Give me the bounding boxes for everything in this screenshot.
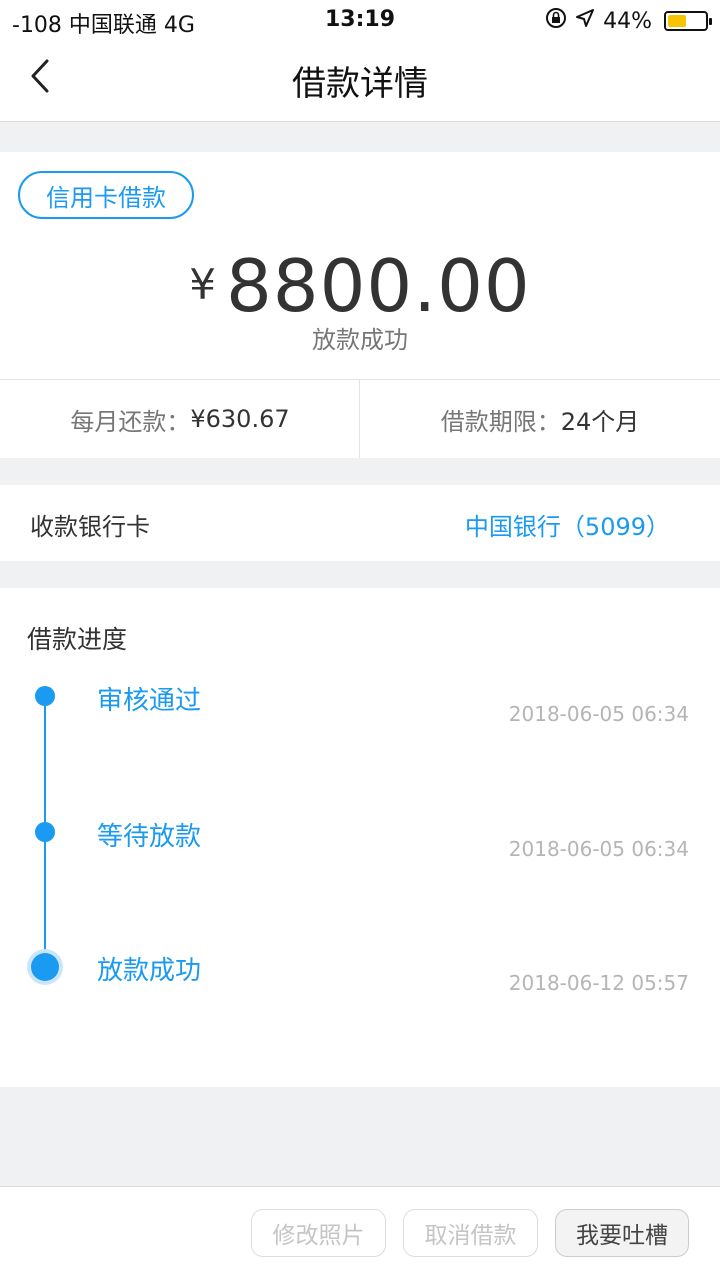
orientation-lock-icon [545,7,567,35]
loan-progress-card: 借款进度 审核通过 2018-06-05 06:34 等待放款 2018-06-… [0,588,720,1087]
monthly-repayment-value: ¥630.67 [190,405,290,433]
timeline-dot [35,822,55,842]
location-icon [575,8,595,34]
timeline-dot-current [31,953,59,981]
status-bar: -108 中国联通 4G 13:19 44% [0,0,720,40]
loan-type-tag: 信用卡借款 [18,171,194,219]
step-label: 放款成功 [97,956,202,986]
bottom-action-bar: 修改照片 取消借款 我要吐槽 [0,1186,720,1280]
battery-percent: 44% [603,8,652,34]
step-time: 2018-06-12 05:57 [508,971,689,995]
battery-icon [664,11,712,31]
monthly-repayment: 每月还款： ¥630.67 [0,380,360,458]
loan-term: 借款期限： 24个月 [360,380,720,458]
timeline-dot [35,686,55,706]
step-time: 2018-06-05 06:34 [508,702,689,726]
loan-term-label: 借款期限： [440,407,561,436]
page-title: 借款详情 [292,64,428,104]
loan-amount: ¥8800.00 [0,244,720,328]
currency-symbol: ¥ [189,260,216,309]
receiving-bank-card[interactable]: 收款银行卡 中国银行（5099） [0,485,720,561]
step-label: 等待放款 [97,822,202,852]
bank-card-label: 收款银行卡 [30,513,150,541]
bank-card-value: 中国银行（5099） [464,513,670,541]
amount-value: 8800.00 [225,244,531,328]
nav-bar: 借款详情 [0,40,720,122]
monthly-repayment-label: 每月还款： [70,407,191,436]
loan-term-value: 24个月 [560,407,640,436]
cancel-loan-button[interactable]: 取消借款 [403,1209,538,1257]
progress-title: 借款进度 [27,625,128,654]
status-icons: 44% [545,7,712,35]
loan-status: 放款成功 [312,326,408,354]
edit-photos-button[interactable]: 修改照片 [251,1209,386,1257]
feedback-button[interactable]: 我要吐槽 [555,1209,689,1257]
loan-summary-card: 信用卡借款 ¥8800.00 放款成功 每月还款： ¥630.67 借款期限： … [0,152,720,458]
step-label: 审核通过 [97,686,202,716]
step-time: 2018-06-05 06:34 [508,837,689,861]
